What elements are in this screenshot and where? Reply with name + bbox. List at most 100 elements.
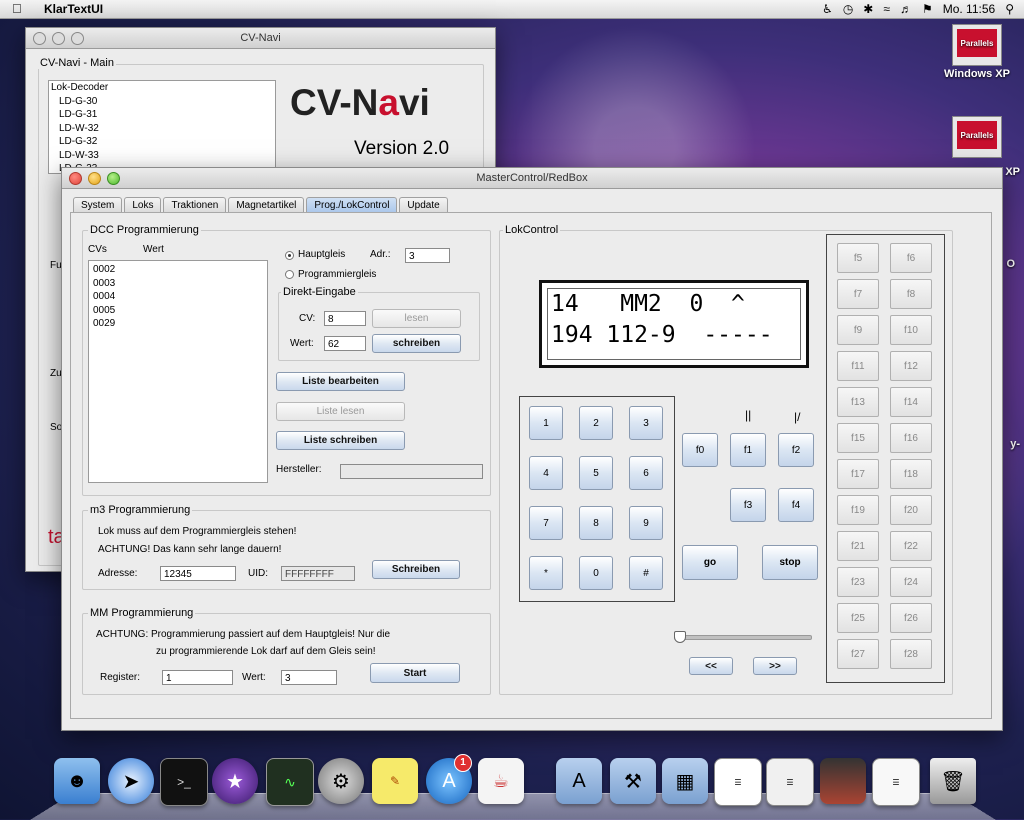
liste-bearbeiten-button[interactable]: Liste bearbeiten — [276, 372, 405, 391]
key-9[interactable]: 9 — [629, 506, 663, 540]
volume-icon[interactable]: ♬ — [900, 2, 912, 16]
f3-button[interactable]: f3 — [730, 488, 766, 522]
liste-lesen-button[interactable]: Liste lesen — [276, 402, 405, 421]
imovie-icon[interactable]: ★ — [212, 758, 258, 804]
list-item[interactable]: LD-G-31 — [49, 108, 275, 122]
applications-folder-icon[interactable]: A — [556, 758, 602, 804]
f11-button[interactable]: f11 — [837, 351, 879, 381]
f2-button[interactable]: f2 — [778, 433, 814, 467]
f6-button[interactable]: f6 — [890, 243, 932, 273]
list-item[interactable]: 0005 — [89, 304, 267, 318]
documents-folder-icon[interactable]: ▦ — [662, 758, 708, 804]
f8-button[interactable]: f8 — [890, 279, 932, 309]
flag-icon[interactable]: ⚑ — [922, 2, 933, 16]
tab-prog-lokcontrol[interactable]: Prog./LokControl — [306, 197, 398, 213]
close-button[interactable] — [69, 172, 82, 185]
cv-navi-titlebar[interactable]: CV-Navi — [26, 28, 495, 49]
stop-button[interactable]: stop — [762, 545, 818, 580]
terminal-icon[interactable]: >_ — [160, 758, 208, 806]
wifi-icon[interactable]: ≈ — [883, 2, 890, 16]
key-hash[interactable]: # — [629, 556, 663, 590]
f18-button[interactable]: f18 — [890, 459, 932, 489]
key-2[interactable]: 2 — [579, 406, 613, 440]
list-item[interactable]: LD-G-30 — [49, 95, 275, 109]
key-3[interactable]: 3 — [629, 406, 663, 440]
list-item[interactable]: LD-W-33 — [49, 149, 275, 163]
adr-input[interactable]: 3 — [405, 248, 450, 263]
lesen-button[interactable]: lesen — [372, 309, 461, 328]
f7-button[interactable]: f7 — [837, 279, 879, 309]
speed-slider[interactable] — [674, 635, 812, 640]
java-icon[interactable]: ☕ — [478, 758, 524, 804]
f22-button[interactable]: f22 — [890, 531, 932, 561]
accessibility-icon[interactable]: ♿ — [822, 2, 833, 16]
key-6[interactable]: 6 — [629, 456, 663, 490]
cv-list[interactable]: 0002 0003 0004 0005 0029 — [88, 260, 268, 483]
spotlight-icon[interactable]: ⚲ — [1005, 2, 1014, 16]
go-button[interactable]: go — [682, 545, 738, 580]
cv-input[interactable]: 8 — [324, 311, 366, 326]
minimized-window-icon[interactable]: ☰ — [766, 758, 814, 806]
f20-button[interactable]: f20 — [890, 495, 932, 525]
stickies-icon[interactable]: ✎ — [372, 758, 418, 804]
forward-button[interactable]: >> — [753, 657, 797, 675]
f21-button[interactable]: f21 — [837, 531, 879, 561]
app-menu-name[interactable]: KlarTextUI — [44, 2, 103, 16]
system-preferences-icon[interactable]: ⚙ — [318, 758, 364, 804]
f23-button[interactable]: f23 — [837, 567, 879, 597]
f4-button[interactable]: f4 — [778, 488, 814, 522]
wert-input[interactable]: 62 — [324, 336, 366, 351]
list-item[interactable]: 0003 — [89, 277, 267, 291]
f15-button[interactable]: f15 — [837, 423, 879, 453]
f13-button[interactable]: f13 — [837, 387, 879, 417]
apple-icon[interactable]:  — [12, 2, 26, 16]
f0-button[interactable]: f0 — [682, 433, 718, 467]
key-8[interactable]: 8 — [579, 506, 613, 540]
back-button[interactable]: << — [689, 657, 733, 675]
close-button[interactable] — [33, 32, 46, 45]
f25-button[interactable]: f25 — [837, 603, 879, 633]
f14-button[interactable]: f14 — [890, 387, 932, 417]
speed-slider-thumb[interactable] — [674, 631, 686, 643]
schreiben-button[interactable]: schreiben — [372, 334, 461, 353]
minimize-button[interactable] — [88, 172, 101, 185]
f1-button[interactable]: f1 — [730, 433, 766, 467]
programmiergleis-radio[interactable] — [285, 270, 294, 279]
f12-button[interactable]: f12 — [890, 351, 932, 381]
utilities-folder-icon[interactable]: ⚒ — [610, 758, 656, 804]
clock[interactable]: Mo. 11:56 — [943, 2, 995, 16]
key-0[interactable]: 0 — [579, 556, 613, 590]
f26-button[interactable]: f26 — [890, 603, 932, 633]
f16-button[interactable]: f16 — [890, 423, 932, 453]
f17-button[interactable]: f17 — [837, 459, 879, 489]
tab-update[interactable]: Update — [399, 197, 448, 213]
adresse-input[interactable]: 12345 — [160, 566, 236, 581]
f9-button[interactable]: f9 — [837, 315, 879, 345]
list-item[interactable]: 0004 — [89, 290, 267, 304]
finder-icon[interactable]: ☻ — [54, 758, 100, 804]
register-input[interactable]: 1 — [162, 670, 233, 685]
f10-button[interactable]: f10 — [890, 315, 932, 345]
list-item[interactable]: 0002 — [89, 263, 267, 277]
desktop-icon-windows-xp[interactable]: Parallels Windows XP — [942, 24, 1012, 80]
key-4[interactable]: 4 — [529, 456, 563, 490]
mastercontrol-titlebar[interactable]: MasterControl/RedBox — [62, 168, 1002, 189]
trash-icon[interactable]: 🗑 — [930, 758, 976, 804]
list-item[interactable]: LD-G-32 — [49, 135, 275, 149]
f28-button[interactable]: f28 — [890, 639, 932, 669]
tab-traktionen[interactable]: Traktionen — [163, 197, 227, 213]
m3-schreiben-button[interactable]: Schreiben — [372, 560, 460, 579]
f5-button[interactable]: f5 — [837, 243, 879, 273]
key-star[interactable]: * — [529, 556, 563, 590]
zoom-button[interactable] — [71, 32, 84, 45]
list-item[interactable]: 0029 — [89, 317, 267, 331]
minimized-window-icon[interactable] — [820, 758, 866, 804]
minimize-button[interactable] — [52, 32, 65, 45]
liste-schreiben-button[interactable]: Liste schreiben — [276, 431, 405, 450]
start-button[interactable]: Start — [370, 663, 460, 683]
time-machine-icon[interactable]: ◷ — [843, 2, 853, 16]
activity-monitor-icon[interactable]: ∿ — [266, 758, 314, 806]
safari-icon[interactable]: ➤ — [108, 758, 154, 804]
list-item[interactable]: LD-W-32 — [49, 122, 275, 136]
key-1[interactable]: 1 — [529, 406, 563, 440]
